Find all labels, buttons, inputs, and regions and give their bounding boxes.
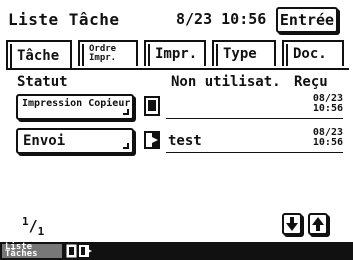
total-pages: 1 bbox=[37, 225, 45, 238]
arrow-up-icon bbox=[312, 217, 324, 231]
job-name: test bbox=[168, 133, 202, 149]
row-divider bbox=[166, 118, 343, 119]
tab-impr[interactable]: Impr. bbox=[144, 40, 206, 66]
corner-marker-icon bbox=[123, 109, 129, 115]
taskbar: Liste Tâches bbox=[0, 242, 353, 260]
job-status-label: Impression Copieur bbox=[22, 98, 131, 109]
column-header-recu: Reçu bbox=[294, 74, 328, 90]
tab-label: Type bbox=[223, 46, 257, 62]
scroll-down-button[interactable] bbox=[282, 213, 302, 235]
entree-button[interactable]: Entrée bbox=[276, 7, 338, 33]
job-row[interactable]: Envoi test 08/23 10:56 bbox=[16, 128, 343, 156]
job-status-button[interactable]: Impression Copieur bbox=[16, 94, 134, 120]
current-page: 1 bbox=[22, 215, 29, 228]
column-header-non-utilisat: Non utilisat. bbox=[171, 74, 281, 90]
tab-tache[interactable]: Tâche bbox=[6, 40, 72, 70]
tab-doc[interactable]: Doc. bbox=[282, 40, 344, 66]
tab-label: Ordre Impr. bbox=[89, 44, 117, 63]
job-list-screen: Liste Tâche 8/23 10:56 Entrée Tâche Ordr… bbox=[0, 0, 353, 260]
tab-divider bbox=[6, 68, 349, 70]
send-document-icon bbox=[144, 131, 160, 149]
tab-ordre-impr[interactable]: Ordre Impr. bbox=[78, 40, 138, 66]
corner-marker-icon bbox=[123, 143, 129, 149]
received-time: 10:56 bbox=[312, 137, 343, 148]
tab-label: Tâche bbox=[17, 48, 60, 64]
tab-label: Impr. bbox=[155, 46, 198, 62]
job-status-label: Envoi bbox=[23, 133, 66, 149]
arrow-down-icon bbox=[286, 217, 298, 231]
tab-type[interactable]: Type bbox=[212, 40, 276, 66]
tab-label: Doc. bbox=[293, 46, 327, 62]
tab-bar: Tâche Ordre Impr. Impr. Type Doc. bbox=[6, 40, 349, 72]
page-title: Liste Tâche bbox=[8, 10, 120, 29]
clock-display: 8/23 10:56 bbox=[176, 10, 267, 28]
print-status-icon[interactable] bbox=[66, 244, 100, 258]
column-header-statut: Statut bbox=[17, 74, 68, 90]
scroll-up-button[interactable] bbox=[308, 213, 328, 235]
job-status-button[interactable]: Envoi bbox=[16, 128, 134, 154]
job-received-time: 08/23 10:56 bbox=[313, 128, 343, 148]
taskbar-job-list-button[interactable]: Liste Tâches bbox=[2, 243, 62, 259]
job-row[interactable]: Impression Copieur 08/23 10:56 bbox=[16, 94, 343, 122]
document-icon bbox=[144, 96, 160, 116]
received-time: 10:56 bbox=[312, 103, 343, 114]
row-divider bbox=[166, 152, 343, 153]
job-received-time: 08/23 10:56 bbox=[313, 94, 343, 114]
page-counter: 1/1 bbox=[22, 215, 45, 238]
